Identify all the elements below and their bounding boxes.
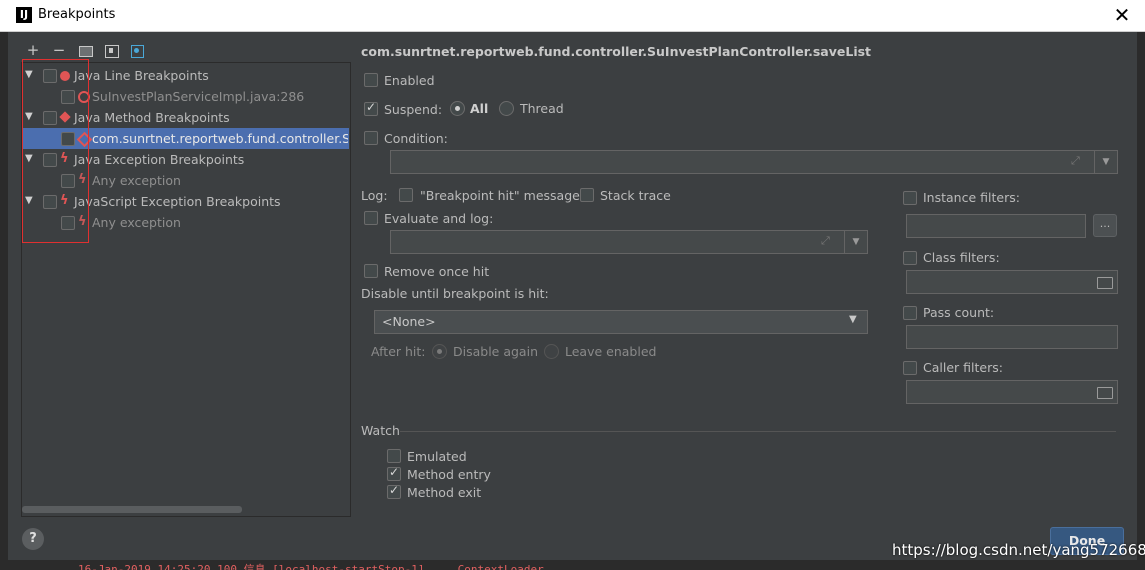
log-message-checkbox[interactable] — [399, 188, 413, 202]
suspend-all-radio[interactable] — [450, 101, 465, 116]
remove-once-hit-checkbox[interactable] — [364, 264, 378, 278]
expand-icon[interactable]: ⤢ — [821, 234, 830, 248]
watch-separator — [400, 431, 1116, 432]
background-console-log: 16-Jan-2019 14:25:20.100 信息 [localhost-s… — [0, 560, 1145, 570]
caller-filters-checkbox[interactable] — [903, 361, 917, 375]
remove-icon[interactable]: − — [50, 42, 68, 58]
method-exit-checkbox[interactable] — [387, 483, 401, 499]
class-filters-input[interactable] — [906, 270, 1118, 294]
suspend-thread-radio[interactable] — [499, 101, 514, 116]
disable-until-value: <None> — [382, 314, 436, 329]
folder-icon[interactable] — [76, 42, 94, 58]
add-icon[interactable]: + — [24, 42, 42, 58]
suspend-thread-label: Thread — [520, 101, 564, 116]
suspend-label: Suspend: — [384, 102, 443, 117]
disable-until-select[interactable]: <None> ▼ — [374, 310, 868, 334]
leave-enabled-radio[interactable] — [544, 344, 559, 359]
enabled-label: Enabled — [384, 73, 435, 88]
console-log-text: 16-Jan-2019 14:25:20.100 信息 [localhost-s… — [78, 563, 571, 570]
tree-horizontal-scrollbar[interactable] — [22, 506, 242, 513]
enabled-checkbox[interactable] — [364, 73, 378, 87]
folder-icon[interactable] — [1097, 277, 1113, 289]
emulated-label: Emulated — [407, 449, 467, 464]
title-bar: IJ Breakpoints ✕ — [0, 0, 1145, 32]
close-icon[interactable]: ✕ — [1110, 3, 1134, 27]
tree-label: JavaScript Exception Breakpoints — [74, 194, 281, 209]
tree-label: Java Method Breakpoints — [74, 110, 230, 125]
condition-input[interactable]: ⤢ ▼ — [390, 150, 1118, 174]
class-filters-label: Class filters: — [923, 250, 1000, 265]
tree-label: Java Line Breakpoints — [74, 68, 209, 83]
tree-label: Java Exception Breakpoints — [74, 152, 245, 167]
tree-label: Any exception — [92, 215, 181, 230]
tree-label: SuInvestPlanServiceImpl.java:286 — [92, 89, 305, 104]
watermark: https://blog.csdn.net/yang5726685 — [892, 541, 1145, 559]
method-exit-label: Method exit — [407, 485, 482, 500]
pass-count-checkbox[interactable] — [903, 306, 917, 320]
breakpoint-title: com.sunrtnet.reportweb.fund.controller.S… — [361, 44, 872, 59]
instance-filters-checkbox[interactable] — [903, 191, 917, 205]
instance-filters-label: Instance filters: — [923, 190, 1020, 205]
evaluate-log-label: Evaluate and log: — [384, 211, 494, 226]
method-entry-label: Method entry — [407, 467, 491, 482]
disable-again-label: Disable again — [453, 344, 538, 359]
tree-label: com.sunrtnet.reportweb.fund.controller.S… — [92, 131, 348, 146]
chevron-down-icon[interactable]: ▼ — [1094, 151, 1117, 173]
ide-background-left — [0, 31, 8, 570]
pass-count-input[interactable] — [906, 325, 1118, 349]
window-title: Breakpoints — [38, 7, 116, 22]
condition-label: Condition: — [384, 131, 448, 146]
after-hit-label: After hit: — [371, 344, 426, 359]
annotation-red-box — [22, 59, 89, 243]
suspend-checkbox[interactable] — [364, 100, 378, 116]
evaluate-log-checkbox[interactable] — [364, 211, 378, 225]
evaluate-log-input[interactable]: ⤢ ▼ — [390, 230, 868, 254]
intellij-app-icon: IJ — [16, 7, 32, 23]
pass-count-label: Pass count: — [923, 305, 995, 320]
expand-icon[interactable]: ⤢ — [1071, 154, 1080, 168]
emulated-checkbox[interactable] — [387, 449, 401, 463]
disable-until-label: Disable until breakpoint is hit: — [361, 286, 549, 301]
class-filters-checkbox[interactable] — [903, 251, 917, 265]
caller-filters-input[interactable] — [906, 380, 1118, 404]
condition-checkbox[interactable] — [364, 131, 378, 145]
method-entry-checkbox[interactable] — [387, 465, 401, 481]
caller-filters-label: Caller filters: — [923, 360, 1003, 375]
watch-label: Watch — [361, 423, 400, 438]
group-icon[interactable] — [102, 42, 120, 58]
stack-trace-checkbox[interactable] — [580, 188, 594, 202]
remove-once-hit-label: Remove once hit — [384, 264, 490, 279]
ide-background-right — [1137, 31, 1145, 570]
disable-again-radio[interactable] — [432, 344, 447, 359]
instance-filters-browse-button[interactable]: ... — [1093, 214, 1117, 237]
chevron-down-icon[interactable]: ▼ — [844, 231, 867, 253]
chevron-down-icon[interactable]: ▼ — [849, 314, 857, 325]
leave-enabled-label: Leave enabled — [565, 344, 657, 359]
log-message-label: "Breakpoint hit" message — [420, 188, 580, 203]
stack-trace-label: Stack trace — [600, 188, 671, 203]
help-button[interactable]: ? — [22, 528, 44, 550]
settings-icon[interactable] — [128, 42, 146, 58]
suspend-all-label: All — [470, 101, 489, 116]
tree-label: Any exception — [92, 173, 181, 188]
instance-filters-input[interactable] — [906, 214, 1086, 238]
log-label: Log: — [361, 188, 388, 203]
folder-icon[interactable] — [1097, 387, 1113, 399]
